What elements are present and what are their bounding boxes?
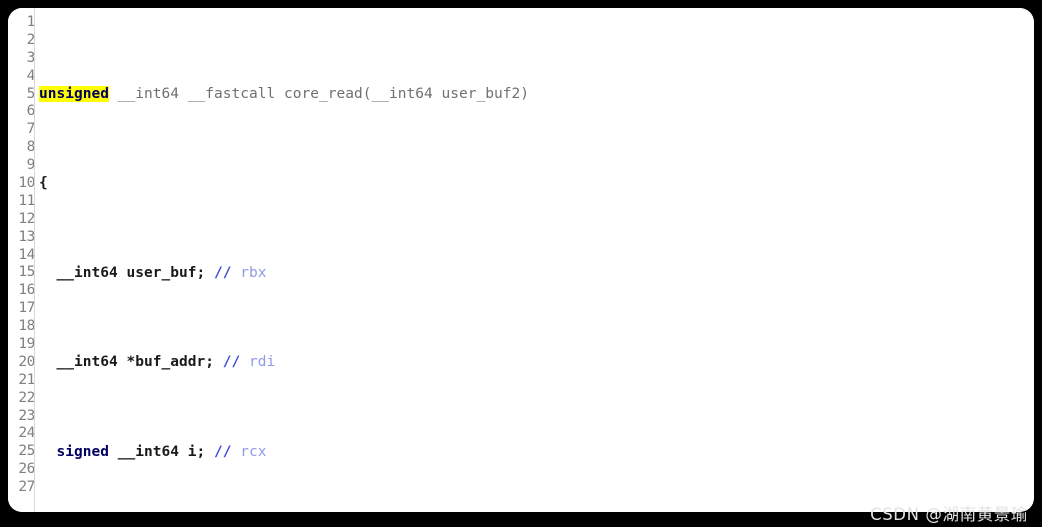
token-decl-user-buf[interactable]: __int64 user_buf; bbox=[57, 265, 206, 281]
gutter-divider bbox=[34, 8, 35, 512]
line-number: 23 bbox=[18, 407, 34, 424]
screenshot-frame: 1 2 3 4 5 6 7 8 9 10 11 12 13 14 15 16 1… bbox=[0, 0, 1042, 527]
line-number: 16 bbox=[18, 282, 34, 299]
line-number: 14 bbox=[18, 246, 34, 263]
token-register-rbx: rbx bbox=[240, 264, 267, 281]
pseudocode-panel[interactable]: 1 2 3 4 5 6 7 8 9 10 11 12 13 14 15 16 1… bbox=[8, 8, 1034, 512]
line-number: 4 bbox=[26, 67, 34, 84]
line-number: 9 bbox=[26, 157, 34, 174]
line-number: 13 bbox=[18, 228, 34, 245]
line-number: 5 bbox=[26, 85, 34, 102]
token-type: __int64 bbox=[117, 85, 179, 102]
line-number: 22 bbox=[18, 389, 34, 406]
line-number: 27 bbox=[18, 479, 34, 496]
token-keyword-unsigned: unsigned bbox=[39, 85, 109, 102]
token-decl-i[interactable]: __int64 i; bbox=[118, 444, 206, 460]
line-number: 21 bbox=[18, 371, 34, 388]
line-number: 24 bbox=[18, 425, 34, 442]
token-decl-buf-addr[interactable]: __int64 *buf_addr; bbox=[57, 354, 215, 370]
line-number: 1 bbox=[26, 14, 34, 30]
token-register-rcx: rcx bbox=[240, 443, 267, 460]
line-number-gutter: 1 2 3 4 5 6 7 8 9 10 11 12 13 14 15 16 1… bbox=[8, 8, 34, 512]
code-line[interactable]: __int64 *buf_addr; // rdi bbox=[39, 354, 1034, 372]
code-line[interactable]: __int64 user_buf; // // rbxrbx bbox=[39, 265, 1034, 283]
line-number: 17 bbox=[18, 300, 34, 317]
line-number: 3 bbox=[26, 49, 34, 66]
token-callconv: __fastcall bbox=[187, 85, 276, 102]
token-open-brace: { bbox=[39, 175, 48, 192]
token-param-type: __int64 bbox=[371, 85, 433, 102]
line-number: 7 bbox=[26, 121, 34, 138]
line-number: 20 bbox=[18, 353, 34, 370]
line-number: 19 bbox=[18, 336, 34, 353]
token-function-name[interactable]: core_read bbox=[284, 86, 363, 102]
line-number: 18 bbox=[18, 318, 34, 335]
line-number: 10 bbox=[18, 175, 34, 192]
line-number: 26 bbox=[18, 461, 34, 478]
line-number: 2 bbox=[26, 31, 34, 48]
line-number: 25 bbox=[18, 443, 34, 460]
code-line[interactable]: { bbox=[39, 175, 1034, 193]
code-line[interactable]: unsigned __int64 __fastcall core_read(__… bbox=[39, 85, 1034, 104]
line-number: 15 bbox=[18, 264, 34, 281]
line-number: 12 bbox=[18, 210, 34, 227]
csdn-watermark: CSDN @湖南黄景瑜 bbox=[870, 505, 1028, 524]
token-register-rdi: rdi bbox=[249, 354, 276, 371]
token-param-name[interactable]: user_buf2 bbox=[442, 86, 521, 102]
code-text[interactable]: unsigned __int64 __fastcall core_read(__… bbox=[39, 14, 1034, 512]
line-number: 6 bbox=[26, 103, 34, 120]
line-number: 11 bbox=[18, 192, 34, 209]
line-number: 8 bbox=[26, 139, 34, 156]
token-keyword-signed: signed bbox=[56, 443, 109, 460]
code-line[interactable]: signed __int64 i; // rcx bbox=[39, 444, 1034, 462]
